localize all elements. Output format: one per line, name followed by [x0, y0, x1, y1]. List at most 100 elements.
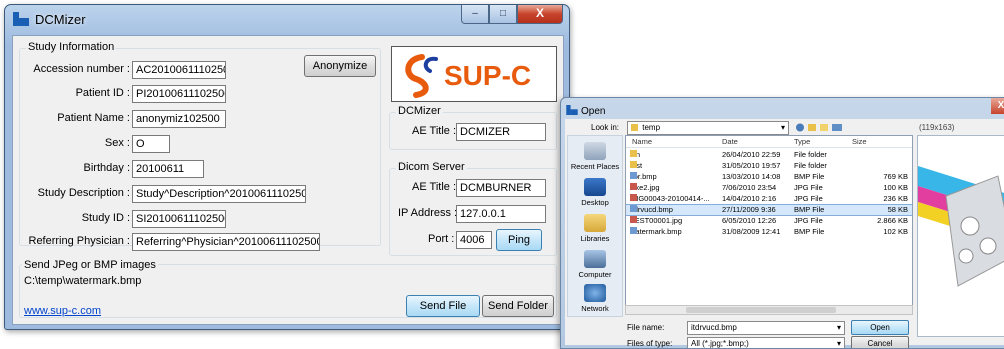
file-size-cell: 100 KB	[852, 183, 908, 192]
send-folder-button[interactable]: Send Folder	[482, 295, 554, 317]
server-ae-title-label: AE Title :	[412, 181, 457, 193]
place-libraries[interactable]: Libraries	[568, 214, 622, 243]
study-information-legend: Study Information	[26, 41, 117, 53]
patient-id-field[interactable]: PI20100611102500	[132, 85, 226, 103]
file-name-cell: bin	[630, 150, 720, 159]
maximize-button[interactable]: □	[489, 5, 517, 24]
patient-name-field[interactable]: anonymiz102500	[132, 110, 226, 128]
file-size-text: 769 KB	[883, 172, 908, 181]
dialog-app-icon	[566, 105, 578, 115]
ip-address-label: IP Address :	[398, 207, 458, 219]
look-in-value: temp	[642, 123, 661, 132]
place-recent-places[interactable]: Recent Places	[568, 142, 622, 171]
close-button[interactable]: X	[517, 5, 563, 24]
file-size-text: 236 KB	[883, 194, 908, 203]
file-type-select[interactable]: All (*.jpg;*.bmp;) ▾	[687, 337, 845, 348]
column-name[interactable]: Name	[632, 137, 652, 146]
file-date-text: 13/03/2010 14:08	[722, 172, 781, 181]
file-name-input[interactable]: itdrvucd.bmp ▾	[687, 321, 845, 335]
file-type-cell: BMP File	[794, 172, 850, 181]
new-folder-icon	[820, 124, 828, 131]
website-link[interactable]: www.sup-c.com	[24, 305, 101, 317]
study-description-field[interactable]: Study^Description^20100611102500	[132, 185, 306, 203]
file-size-cell: 58 KB	[852, 205, 908, 214]
file-list[interactable]: Name Date Type Size bin26/04/2010 22:59 F…	[625, 135, 913, 307]
file-name-cell: IMG00043-20100414-...	[630, 194, 720, 203]
file-type-text: JPG File	[794, 183, 823, 192]
file-type-label: Files of type:	[627, 339, 673, 348]
file-row[interactable]: watermark.bmp 31/08/2009 12:41 BMP File 102…	[626, 227, 912, 237]
file-row[interactable]: test31/05/2010 19:57 File folder	[626, 161, 912, 171]
file-date-cell: 27/11/2009 9:36	[722, 205, 792, 214]
computer-icon	[584, 250, 606, 268]
file-row[interactable]: IMG00043-20100414-... 14/04/2010 2:16 JPG …	[626, 194, 912, 204]
study-id-label: Study ID :	[81, 212, 130, 224]
dialog-close-button[interactable]: X	[991, 98, 1004, 114]
file-type-text: BMP File	[794, 227, 825, 236]
send-file-button[interactable]: Send File	[406, 295, 480, 317]
accession-number-label: Accession number :	[33, 63, 130, 75]
minimize-button[interactable]: –	[461, 5, 489, 24]
file-name-cell: watermark.bmp	[630, 227, 720, 236]
image-file-icon	[630, 205, 637, 212]
logo-text: SUP-C	[444, 60, 531, 91]
open-dialog-title: Open	[581, 106, 606, 117]
sup-c-logo: SUP-C	[391, 46, 557, 102]
file-size-text: 58 KB	[887, 205, 908, 214]
accession-number-field[interactable]: AC20100611102500	[132, 61, 226, 79]
open-dialog: Open X Look in: temp ▾ (119x163) Recent …	[560, 97, 1004, 349]
file-type-text: BMP File	[794, 205, 825, 214]
file-date-cell: 6/05/2010 12:26	[722, 216, 792, 225]
open-button[interactable]: Open	[851, 320, 909, 335]
ip-address-field[interactable]: 127.0.0.1	[456, 205, 546, 223]
place-computer[interactable]: Computer	[568, 250, 622, 279]
file-size-text: 100 KB	[883, 183, 908, 192]
file-name-cell: ikke2.jpg	[630, 183, 720, 192]
cancel-button[interactable]: Cancel	[851, 336, 909, 348]
sex-field[interactable]: O	[132, 135, 170, 153]
file-size-cell: 236 KB	[852, 194, 908, 203]
birthday-field[interactable]: 20100611	[132, 160, 204, 178]
send-images-legend: Send JPeg or BMP images	[22, 259, 158, 271]
file-name-cell: TEST00001.jpg	[630, 216, 720, 225]
study-information-group: Study Information Accession number : AC2…	[19, 41, 381, 251]
patient-name-label: Patient Name :	[57, 112, 130, 124]
file-row[interactable]: cor.bmp 13/03/2010 14:08 BMP File 769 KB	[626, 172, 912, 182]
send-images-group: Send JPeg or BMP images C:\temp\watermar…	[19, 259, 557, 318]
file-type-text: BMP File	[794, 172, 825, 181]
title-bar[interactable]: DCMizer – □ X	[5, 5, 569, 33]
ping-button[interactable]: Ping	[496, 229, 542, 251]
column-date[interactable]: Date	[722, 137, 738, 146]
file-type-cell: File folder	[794, 150, 850, 159]
preview-image	[918, 136, 1004, 336]
file-row[interactable]: bin26/04/2010 22:59 File folder	[626, 150, 912, 160]
file-row[interactable]: ikke2.jpg 7/06/2010 23:54 JPG File 100 KB	[626, 183, 912, 193]
look-in-select[interactable]: temp ▾	[627, 121, 789, 135]
file-date-cell: 7/06/2010 23:54	[722, 183, 792, 192]
places-bar: Recent Places Desktop Libraries Computer…	[567, 135, 623, 317]
port-field[interactable]: 4006	[456, 231, 492, 249]
network-icon	[584, 284, 606, 302]
referring-physician-label: Referring Physician :	[28, 235, 131, 247]
image-preview	[917, 135, 1004, 337]
column-type[interactable]: Type	[794, 137, 810, 146]
study-id-field[interactable]: SI20100611102500	[132, 210, 226, 228]
file-row[interactable]: TEST00001.jpg 6/05/2010 12:26 JPG File 2.86…	[626, 216, 912, 226]
hscroll-thumb[interactable]	[686, 307, 836, 313]
file-row[interactable]: itdrvucd.bmp 27/11/2009 9:36 BMP File 58 KB	[626, 204, 912, 216]
dicom-server-legend: Dicom Server	[396, 161, 467, 173]
study-description-label: Study Description :	[37, 187, 130, 199]
referring-physician-field[interactable]: Referring^Physician^20100611102500	[132, 233, 320, 251]
nav-toolbar-icons[interactable]	[795, 122, 847, 133]
birthday-label: Birthday :	[83, 162, 130, 174]
column-size[interactable]: Size	[852, 137, 867, 146]
file-list-hscrollbar[interactable]	[625, 305, 913, 315]
place-network[interactable]: Network	[568, 284, 622, 313]
file-type-text: JPG File	[794, 216, 823, 225]
file-date-cell: 26/04/2010 22:59	[722, 150, 792, 159]
image-file-icon	[630, 172, 637, 179]
server-ae-title-field[interactable]: DCMBURNER	[456, 179, 546, 197]
place-desktop[interactable]: Desktop	[568, 178, 622, 207]
anonymize-button[interactable]: Anonymize	[304, 55, 376, 77]
dcmizer-ae-title-field[interactable]: DCMIZER	[456, 123, 546, 141]
